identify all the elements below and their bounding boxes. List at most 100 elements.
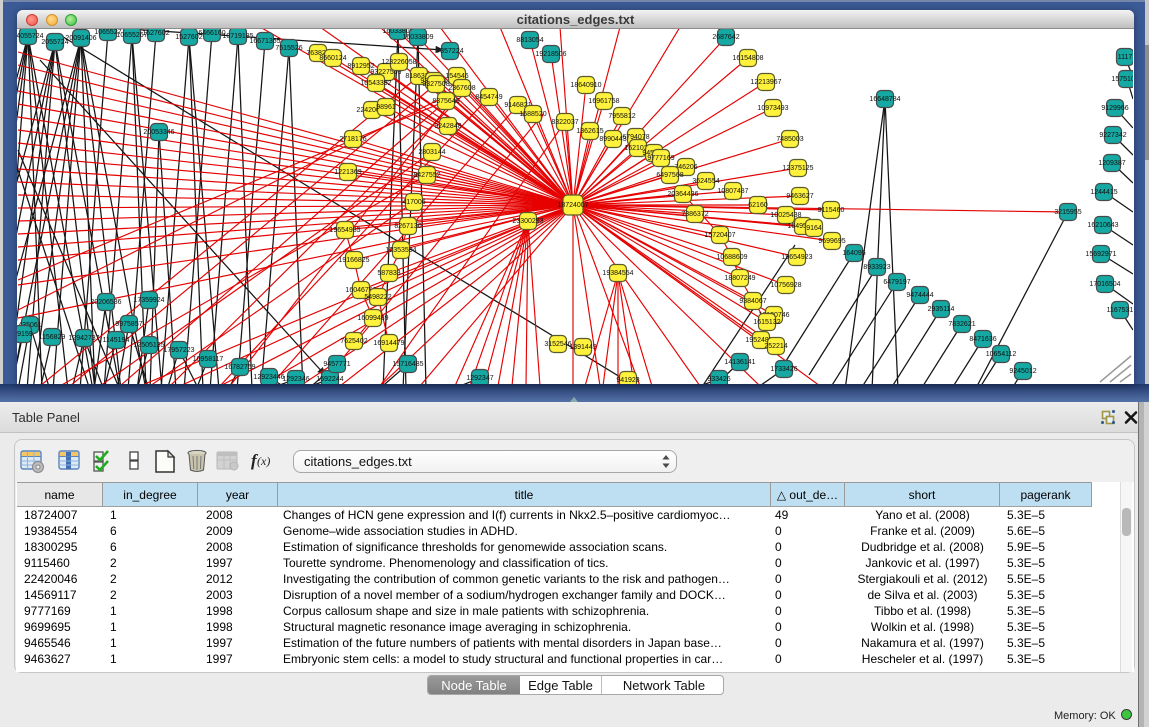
svg-text:17957223: 17957223 bbox=[163, 347, 194, 354]
svg-text:8471636: 8471636 bbox=[969, 336, 996, 343]
svg-text:15751074: 15751074 bbox=[1111, 76, 1133, 83]
svg-text:20091406: 20091406 bbox=[65, 35, 96, 42]
svg-text:18807249: 18807249 bbox=[724, 275, 755, 282]
svg-text:16210643: 16210643 bbox=[1087, 222, 1118, 229]
svg-text:9115460: 9115460 bbox=[818, 207, 845, 214]
svg-text:417006: 417006 bbox=[402, 199, 425, 206]
svg-text:20364436: 20364436 bbox=[667, 191, 698, 198]
svg-text:2718176: 2718176 bbox=[339, 136, 366, 143]
svg-text:9327508: 9327508 bbox=[422, 81, 449, 88]
svg-text:8454749: 8454749 bbox=[475, 94, 502, 101]
svg-text:9474444: 9474444 bbox=[906, 292, 933, 299]
svg-text:1167531: 1167531 bbox=[1107, 307, 1133, 314]
svg-text:9245012: 9245012 bbox=[1009, 368, 1036, 375]
svg-text:12942737: 12942737 bbox=[68, 335, 99, 342]
svg-text:1244415: 1244415 bbox=[1090, 189, 1117, 196]
svg-text:23300293: 23300293 bbox=[512, 218, 543, 225]
svg-text:1292346: 1292346 bbox=[282, 376, 309, 383]
svg-text:1527602: 1527602 bbox=[142, 30, 169, 37]
svg-text:8375645: 8375645 bbox=[432, 98, 459, 105]
svg-text:39159: 39159 bbox=[17, 331, 33, 338]
svg-text:9463627: 9463627 bbox=[786, 193, 813, 200]
svg-text:2803144: 2803144 bbox=[418, 149, 445, 156]
svg-text:18640910: 18640910 bbox=[570, 82, 601, 89]
svg-text:10543392: 10543392 bbox=[360, 80, 391, 87]
svg-text:12923446: 12923446 bbox=[253, 374, 284, 381]
svg-text:19654985: 19654985 bbox=[329, 227, 360, 234]
svg-text:20053346: 20053346 bbox=[143, 129, 174, 136]
svg-text:9777169: 9777169 bbox=[647, 155, 674, 162]
svg-text:7955812: 7955812 bbox=[608, 113, 635, 120]
svg-text:16671355: 16671355 bbox=[249, 38, 280, 45]
svg-text:16782759: 16782759 bbox=[224, 364, 255, 371]
svg-text:933426: 933426 bbox=[707, 376, 730, 383]
svg-text:98961: 98961 bbox=[376, 104, 396, 111]
svg-text:941923: 941923 bbox=[616, 377, 639, 384]
svg-text:10688609: 10688609 bbox=[716, 254, 747, 261]
svg-text:5498222: 5498222 bbox=[364, 294, 391, 301]
svg-text:16648784: 16648784 bbox=[869, 96, 900, 103]
svg-text:1592244: 1592244 bbox=[316, 376, 343, 383]
svg-text:9975857: 9975857 bbox=[115, 321, 142, 328]
svg-text:3624554: 3624554 bbox=[692, 178, 719, 185]
svg-text:9699695: 9699695 bbox=[818, 238, 845, 245]
svg-text:164095: 164095 bbox=[842, 250, 865, 257]
svg-text:14136141: 14136141 bbox=[724, 359, 755, 366]
svg-text:2935114: 2935114 bbox=[928, 306, 955, 313]
svg-text:16099489: 16099489 bbox=[357, 315, 388, 322]
svg-text:2687642: 2687642 bbox=[712, 34, 739, 41]
svg-text:15720407: 15720407 bbox=[704, 232, 735, 239]
svg-text:3152546: 3152546 bbox=[544, 341, 571, 348]
svg-text:1156829: 1156829 bbox=[39, 334, 66, 341]
svg-text:9164: 9164 bbox=[806, 225, 822, 232]
svg-text:10756928: 10756928 bbox=[770, 282, 801, 289]
svg-text:1733426: 1733426 bbox=[770, 366, 797, 373]
svg-text:12505135: 12505135 bbox=[133, 342, 164, 349]
svg-text:587833: 587833 bbox=[377, 270, 400, 277]
svg-text:16961758: 16961758 bbox=[588, 98, 619, 105]
svg-text:19384554: 19384554 bbox=[602, 270, 633, 277]
svg-text:8813054: 8813054 bbox=[516, 37, 543, 44]
svg-text:9457771: 9457771 bbox=[323, 361, 350, 368]
svg-text:20206536: 20206536 bbox=[90, 299, 121, 306]
svg-text:12353594: 12353594 bbox=[385, 247, 416, 254]
svg-text:19218506: 19218506 bbox=[535, 51, 566, 58]
svg-text:1292347: 1292347 bbox=[466, 375, 493, 382]
svg-text:(x): (x) bbox=[257, 454, 270, 468]
svg-text:15692971: 15692971 bbox=[1085, 251, 1116, 258]
svg-text:1588520: 1588520 bbox=[519, 111, 546, 118]
svg-text:252214: 252214 bbox=[764, 343, 787, 350]
svg-text:16914479: 16914479 bbox=[373, 340, 404, 347]
svg-text:1209387: 1209387 bbox=[1098, 160, 1125, 167]
svg-text:14055724: 14055724 bbox=[17, 33, 44, 40]
svg-text:1615132: 1615132 bbox=[753, 319, 780, 326]
svg-text:8660124: 8660124 bbox=[319, 55, 346, 62]
svg-text:7485003: 7485003 bbox=[776, 136, 803, 143]
svg-text:2367608: 2367608 bbox=[448, 85, 475, 92]
svg-text:12375125: 12375125 bbox=[782, 165, 813, 172]
svg-text:7832621: 7832621 bbox=[948, 321, 975, 328]
svg-text:6497568: 6497568 bbox=[656, 172, 683, 179]
svg-text:8427552: 8427552 bbox=[413, 172, 440, 179]
svg-text:10807487: 10807487 bbox=[717, 188, 748, 195]
svg-text:18724007: 18724007 bbox=[557, 202, 588, 209]
svg-text:123226058: 123226058 bbox=[381, 59, 416, 66]
svg-text:16033809: 16033809 bbox=[402, 34, 433, 41]
svg-text:12213967: 12213967 bbox=[750, 79, 781, 86]
svg-text:7515526: 7515526 bbox=[275, 45, 302, 52]
svg-text:8322037: 8322037 bbox=[551, 119, 578, 126]
svg-text:9129966: 9129966 bbox=[1101, 105, 1128, 112]
svg-text:17016504: 17016504 bbox=[1089, 281, 1120, 288]
svg-text:19166825: 19166825 bbox=[338, 257, 369, 264]
svg-text:7625402: 7625402 bbox=[340, 338, 367, 345]
svg-text:7386372: 7386372 bbox=[681, 211, 708, 218]
svg-text:10973493: 10973493 bbox=[757, 105, 788, 112]
svg-text:8933923: 8933923 bbox=[863, 264, 890, 271]
svg-text:15716485: 15716485 bbox=[392, 361, 423, 368]
svg-text:1145194: 1145194 bbox=[103, 337, 130, 344]
svg-text:16154808: 16154808 bbox=[732, 55, 763, 62]
svg-text:7357224: 7357224 bbox=[436, 48, 463, 55]
svg-text:19654923: 19654923 bbox=[781, 254, 812, 261]
svg-text:9242848: 9242848 bbox=[434, 123, 461, 130]
svg-text:9384067: 9384067 bbox=[739, 298, 766, 305]
